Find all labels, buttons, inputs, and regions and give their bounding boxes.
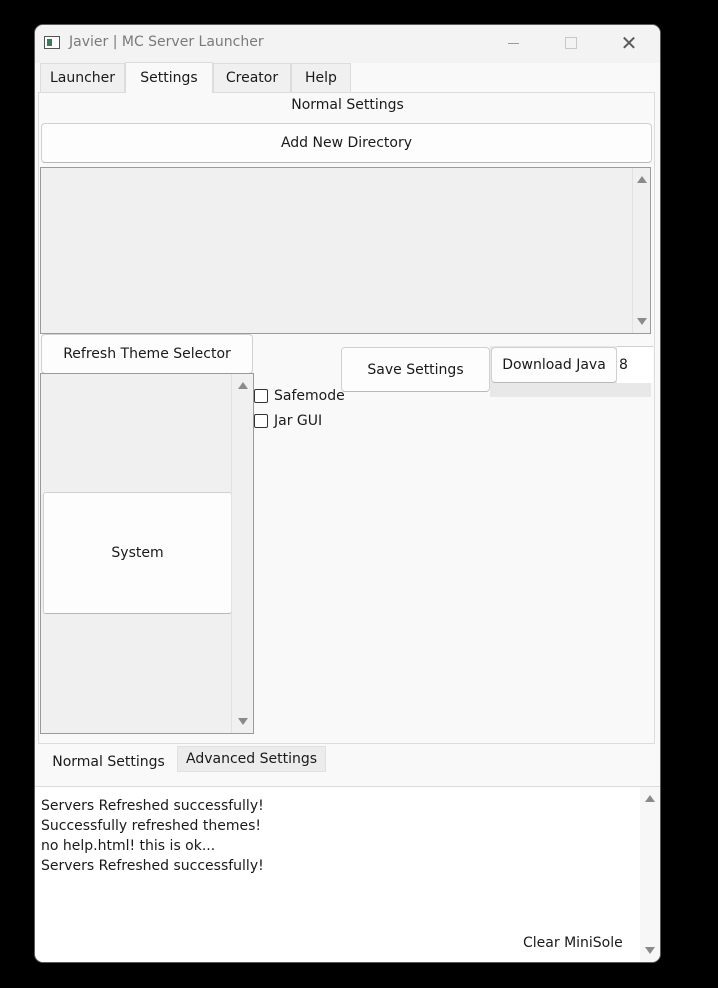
java-version-input[interactable]: 8	[617, 346, 653, 383]
refresh-theme-button[interactable]: Refresh Theme Selector	[41, 334, 253, 374]
directory-list-scrollbar[interactable]	[632, 168, 650, 333]
clear-minisole-button[interactable]: Clear MiniSole	[523, 935, 623, 951]
app-window: Javier | MC Server Launcher ✕ Launcher S…	[35, 25, 660, 962]
safemode-checkbox-row[interactable]: Safemode	[254, 388, 345, 404]
add-directory-button[interactable]: Add New Directory	[41, 123, 652, 163]
section-title: Normal Settings	[291, 97, 404, 113]
theme-item-system[interactable]: System	[43, 492, 232, 614]
scroll-up-icon[interactable]	[645, 795, 655, 802]
scroll-down-icon[interactable]	[645, 947, 655, 954]
console-line: Servers Refreshed successfully!	[41, 798, 264, 814]
theme-list[interactable]: System	[40, 373, 254, 734]
minimize-icon	[507, 42, 519, 44]
tab-settings[interactable]: Settings	[125, 62, 213, 93]
close-icon: ✕	[620, 31, 638, 55]
jar-gui-checkbox-row[interactable]: Jar GUI	[254, 413, 322, 429]
console-line: Servers Refreshed successfully!	[41, 858, 264, 874]
console-scrollbar[interactable]	[640, 787, 660, 962]
title-bar: Javier | MC Server Launcher ✕	[35, 25, 660, 63]
tab-launcher[interactable]: Launcher	[40, 63, 125, 92]
app-icon	[44, 36, 60, 49]
scroll-up-icon[interactable]	[238, 382, 248, 389]
console-output: Servers Refreshed successfully! Successf…	[41, 796, 264, 876]
jar-gui-checkbox[interactable]	[254, 414, 268, 428]
save-settings-button[interactable]: Save Settings	[341, 347, 490, 392]
maximize-icon	[565, 37, 577, 49]
directory-list[interactable]	[40, 167, 651, 334]
minimize-button[interactable]	[484, 25, 542, 61]
console-line: Successfully refreshed themes!	[41, 818, 261, 834]
tab-help[interactable]: Help	[291, 63, 351, 92]
subtab-advanced-settings[interactable]: Advanced Settings	[177, 746, 326, 772]
maximize-button[interactable]	[542, 25, 600, 61]
download-java-button[interactable]: Download Java	[491, 347, 617, 383]
window-title: Javier | MC Server Launcher	[69, 34, 264, 50]
scroll-up-icon[interactable]	[637, 176, 647, 183]
scroll-down-icon[interactable]	[637, 318, 647, 325]
theme-list-scrollbar[interactable]	[231, 374, 253, 733]
safemode-checkbox[interactable]	[254, 389, 268, 403]
jar-gui-label: Jar GUI	[274, 413, 323, 429]
scroll-down-icon[interactable]	[238, 718, 248, 725]
console-line: no help.html! this is ok...	[41, 838, 216, 854]
safemode-label: Safemode	[274, 388, 345, 404]
subtab-normal-settings[interactable]: Normal Settings	[40, 748, 177, 775]
tab-creator[interactable]: Creator	[213, 63, 291, 92]
close-button[interactable]: ✕	[600, 25, 658, 61]
